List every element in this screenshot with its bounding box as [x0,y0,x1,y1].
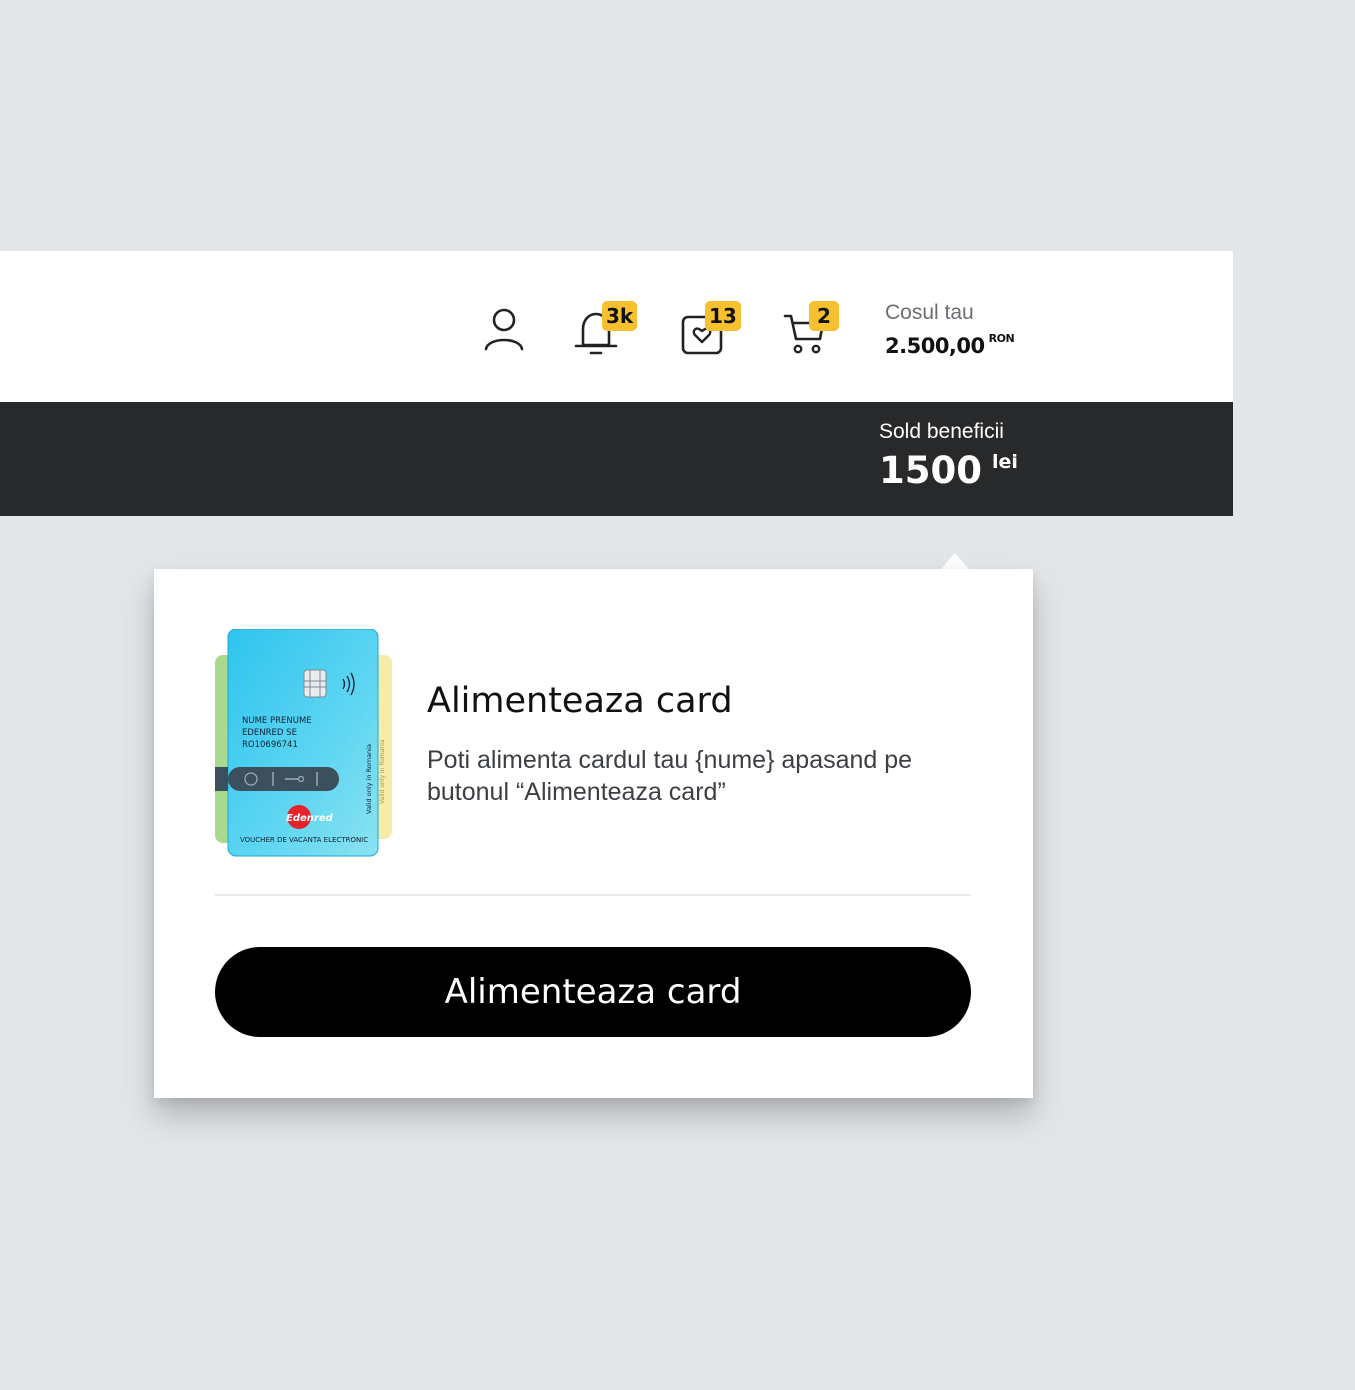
cart-label: Cosul tau [885,301,974,324]
account-button[interactable] [475,301,535,361]
popover-title: Alimenteaza card [427,681,733,721]
card-company: EDENRED SE [242,728,297,738]
cart-total-value: 2.500,00 [885,334,985,358]
card-type-label: VOUCHER DE VACANTA ELECTRONIC [240,836,368,844]
card-back-side-text: Valid only in Romania [379,739,386,804]
card-holder-name: NUME PRENUME [242,716,312,726]
notifications-button[interactable]: 3k [567,301,638,361]
benefits-balance[interactable]: 1500 lei [879,449,1018,492]
voucher-card-illustration: Valid only in Romania NUME PRENUME EDENR… [215,628,392,857]
cart-currency: RON [988,332,1015,345]
cart-total[interactable]: 2.500,00 RON [885,332,1015,358]
card-brand: Edenred [286,813,334,824]
benefits-label: Sold beneficii [879,420,1004,443]
notifications-badge: 3k [602,301,638,331]
favorites-badge: 13 [705,301,741,331]
card-image: Valid only in Romania NUME PRENUME EDENR… [215,628,395,859]
popover-arrow [941,553,969,569]
cart-button[interactable]: 2 [778,301,839,361]
topup-popover: Valid only in Romania NUME PRENUME EDENR… [154,569,1033,1098]
user-icon [484,308,524,351]
favorites-button[interactable]: 13 [673,301,741,361]
benefits-unit: lei [991,451,1018,473]
card-code: RO10696741 [242,740,298,750]
popover-description: Poti alimenta cardul tau {nume} apasand … [427,746,913,806]
topup-card-button[interactable]: Alimenteaza card [215,947,971,1037]
benefits-bar [0,402,1233,516]
divider [215,894,971,896]
card-side-text: Valid only in Romania [365,744,373,814]
cart-badge: 2 [809,301,839,331]
benefits-value: 1500 [879,449,982,492]
